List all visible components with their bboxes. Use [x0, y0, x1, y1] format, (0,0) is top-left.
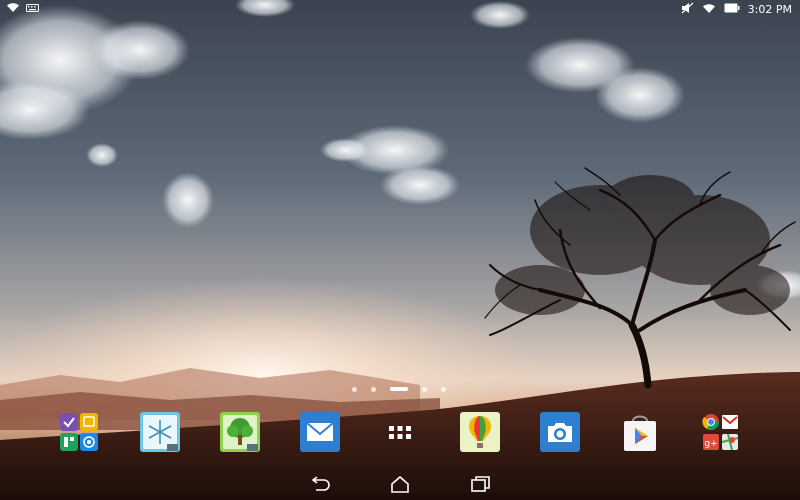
keyboard-notification-icon [26, 3, 39, 16]
home-icon [391, 475, 409, 493]
status-bar-notifications [6, 2, 39, 16]
play-store-app[interactable] [619, 411, 661, 453]
svg-text:g+: g+ [704, 439, 717, 449]
back-icon [311, 476, 330, 491]
page-dot[interactable] [441, 386, 446, 392]
clock: 3:02 PM [747, 3, 792, 16]
envelope-icon [300, 412, 340, 452]
dock: g+ [0, 411, 800, 457]
home-button[interactable] [388, 474, 412, 494]
recent-apps-icon [471, 476, 490, 492]
mute-icon [681, 2, 694, 17]
page-dot[interactable] [371, 386, 376, 392]
balloon-app[interactable] [459, 411, 501, 453]
page-dot[interactable] [352, 386, 357, 392]
app-folder[interactable] [58, 411, 100, 453]
app-folder-icon [60, 413, 98, 451]
recent-apps-button[interactable] [468, 474, 492, 494]
camera-icon [540, 412, 580, 452]
file-manager-app[interactable] [219, 411, 261, 453]
page-dot[interactable] [422, 386, 427, 392]
wifi-icon [702, 3, 716, 17]
battery-icon [724, 3, 740, 16]
weather-widget-app[interactable] [139, 411, 181, 453]
page-indicator [352, 385, 446, 393]
wifi-icon [6, 2, 20, 16]
email-app[interactable] [299, 411, 341, 453]
camera-app[interactable] [539, 411, 581, 453]
status-bar-system: 3:02 PM [681, 2, 792, 17]
snowflake-icon [140, 412, 180, 452]
page-dot-active[interactable] [390, 387, 408, 391]
status-bar: 3:02 PM [0, 0, 800, 17]
all-apps-button[interactable] [379, 411, 421, 453]
navigation-bar [0, 468, 800, 500]
tree-icon [220, 412, 260, 452]
hot-air-balloon-icon [460, 412, 500, 452]
google-folder[interactable]: g+ [700, 411, 742, 453]
play-store-icon [624, 415, 656, 451]
back-button[interactable] [308, 474, 332, 494]
app-drawer-icon [389, 426, 411, 439]
google-folder-icon: g+ [702, 414, 739, 451]
